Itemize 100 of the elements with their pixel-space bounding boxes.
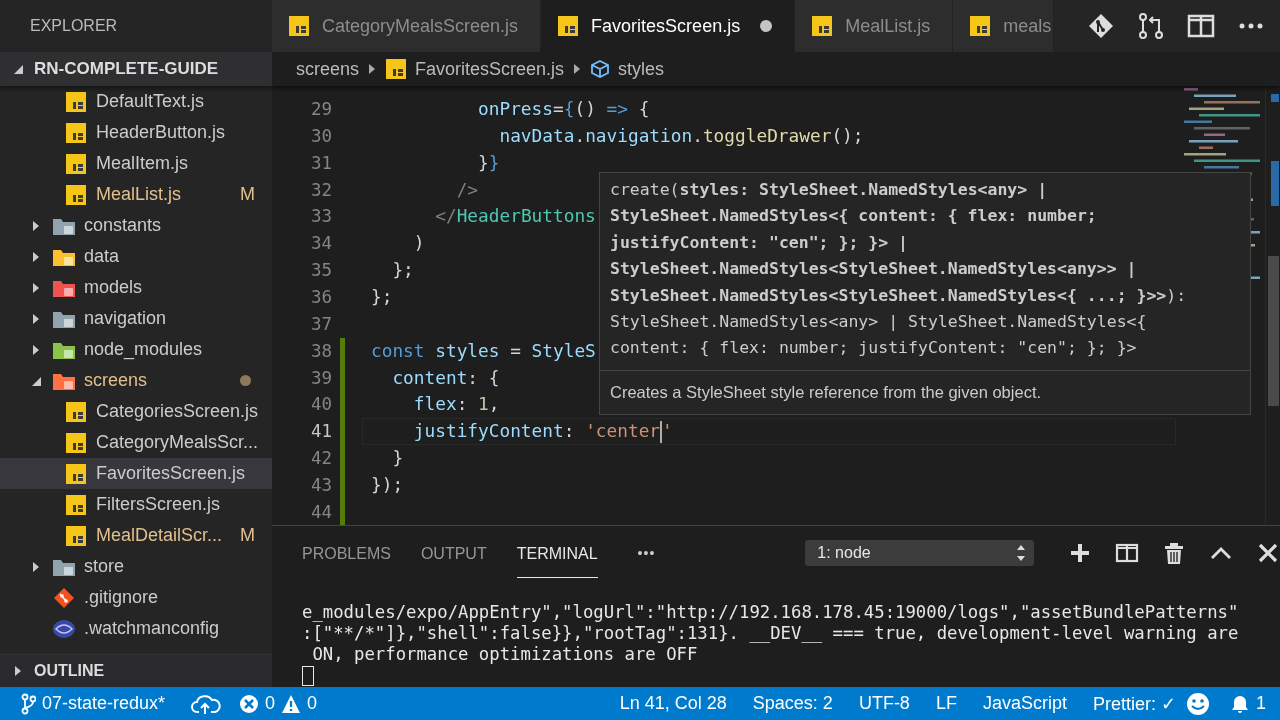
project-header[interactable]: RN-COMPLETE-GUIDE [0, 52, 272, 86]
file-item[interactable]: MealItem.js [0, 148, 272, 179]
line-number: 41 [309, 420, 332, 444]
status-item[interactable]: UTF-8 [858, 693, 910, 714]
file-item[interactable]: CategoriesScreen.js [0, 396, 272, 427]
more-button[interactable]: ••• [637, 545, 656, 561]
file-item[interactable]: HeaderButton.js [0, 117, 272, 148]
file-item[interactable]: MealList.js M [0, 179, 272, 210]
editor-tab[interactable]: FavoritesScreen.js [541, 0, 796, 52]
signature-line: StyleSheet.NamedStyles<any> | StyleSheet.NamedStyles<{ [610, 310, 1148, 333]
code-line: }; [371, 285, 393, 309]
breadcrumb-item[interactable]: styles [590, 58, 665, 80]
line-number: 42 [309, 447, 332, 471]
signature-line: content: { flex: number; justifyContent: "cen"; }; }> [610, 337, 1138, 360]
file-item[interactable]: DefaultText.js [0, 86, 272, 117]
js-file-icon [969, 15, 992, 37]
status-item[interactable]: Ln 41, Col 28 [619, 693, 727, 714]
panel-tab[interactable]: OUTPUT [420, 528, 487, 578]
line-number: 32 [309, 178, 332, 202]
line-number: 36 [309, 286, 332, 309]
status-item[interactable]: Spaces: 2 [752, 693, 833, 714]
line-number: 44 [309, 500, 332, 524]
code-line: </HeaderButtons [434, 204, 596, 229]
pull-request-icon[interactable] [1136, 11, 1166, 41]
folder-item[interactable]: node_modules [0, 334, 272, 365]
signature-line: StyleSheet.NamedStyles<StyleSheet.NamedStyles<any>> | [610, 258, 1138, 281]
code-line: }} [477, 150, 500, 175]
panel-tab[interactable]: TERMINAL [516, 528, 598, 578]
code-line: ) [412, 231, 425, 256]
notifications-item[interactable]: 1 [1230, 693, 1266, 714]
file-item[interactable]: FavoritesScreen.js [0, 458, 272, 489]
close-icon[interactable] [1256, 541, 1280, 565]
tooltip-description: Creates a StyleSheet style reference from the given object. [600, 369, 1250, 414]
signature-line: create(styles: StyleSheet.NamedStyles<any> | [610, 179, 1049, 201]
trash-icon[interactable] [1162, 541, 1186, 565]
editor-tab[interactable]: meals [953, 0, 1055, 52]
status-item[interactable]: LF [935, 693, 957, 714]
folder-item[interactable]: models [0, 272, 272, 303]
line-number: 35 [309, 259, 332, 283]
js-file-icon [65, 400, 87, 423]
file-item[interactable]: FiltersScreen.js [0, 489, 272, 520]
code-line: /> [455, 177, 479, 202]
line-number: 30 [309, 124, 332, 148]
code-line: navData.navigation.toggleDrawer(); [498, 123, 864, 148]
unsaved-dot [760, 20, 773, 32]
js-file-icon [65, 183, 87, 206]
breadcrumb-item[interactable]: screens [296, 58, 360, 80]
terminal-cursor [302, 666, 314, 686]
status-item[interactable]: JavaScript [982, 693, 1067, 714]
line-number: 31 [309, 151, 332, 175]
code-line: const styles = StyleS [371, 338, 596, 363]
modified-dot [240, 375, 251, 386]
signature-line: StyleSheet.NamedStyles<StyleSheet.NamedStyles<{ ...; }>>): [610, 284, 1188, 307]
line-number: 40 [309, 393, 332, 417]
code-line: flex: 1, [412, 392, 500, 417]
status-item[interactable]: Prettier: ✓ [1092, 692, 1176, 715]
breadcrumb-item[interactable]: FavoritesScreen.js [385, 58, 565, 80]
js-file-icon [811, 15, 834, 37]
code-line: justifyContent: 'center' [412, 419, 673, 445]
smiley-icon[interactable] [1186, 691, 1210, 716]
js-file-icon [385, 58, 408, 80]
js-file-icon [288, 15, 310, 37]
file-item[interactable]: .watchmanconfig [0, 613, 272, 644]
modified-label: M [240, 184, 255, 205]
code-line: content: { [391, 365, 500, 390]
js-file-icon [65, 462, 87, 485]
folder-item[interactable]: navigation [0, 303, 272, 334]
problems-item[interactable]: 0 0 [239, 693, 318, 714]
file-item[interactable]: MealDetailScr... M [0, 520, 272, 551]
bell-icon [1230, 693, 1250, 714]
sidebar-title: EXPLORER [29, 16, 119, 36]
js-file-icon [65, 90, 87, 113]
editor-tab[interactable]: CategoryMealsScreen.js [272, 0, 542, 52]
file-item[interactable]: CategoryMealsScr... [0, 427, 272, 458]
folder-item[interactable]: screens [0, 365, 272, 396]
line-number: 43 [309, 474, 332, 498]
panel-tab[interactable]: PROBLEMS [302, 528, 391, 578]
code-line: } [391, 446, 404, 471]
line-number: 37 [309, 312, 332, 336]
folder-item[interactable]: store [0, 551, 272, 582]
outline-header[interactable]: OUTLINE [0, 654, 272, 687]
file-item[interactable]: .gitignore [0, 582, 272, 613]
folder-item[interactable]: data [0, 241, 272, 272]
signature-line: StyleSheet.NamedStyles<{ content: { flex: number; [610, 205, 1098, 228]
branch-icon [20, 692, 36, 715]
editor-tab[interactable]: MealList.js [795, 0, 954, 52]
branch-item[interactable]: 07-state-redux* [20, 692, 166, 715]
js-file-icon [65, 152, 87, 175]
folder-item[interactable]: constants [0, 210, 272, 241]
line-number: 29 [309, 98, 332, 121]
cube-icon [590, 59, 611, 79]
terminal-line: ON, performance optimizations are OFF [311, 644, 699, 665]
code-line: onPress={() => { [477, 97, 650, 121]
add-icon[interactable] [1068, 541, 1092, 565]
warning-icon [281, 693, 302, 714]
git-file-icon [53, 586, 75, 609]
split-terminal-icon[interactable] [1115, 541, 1139, 565]
terminal-select[interactable]: 1: node [805, 540, 1034, 566]
line-number: 34 [309, 232, 332, 256]
caret-icon [12, 63, 24, 75]
